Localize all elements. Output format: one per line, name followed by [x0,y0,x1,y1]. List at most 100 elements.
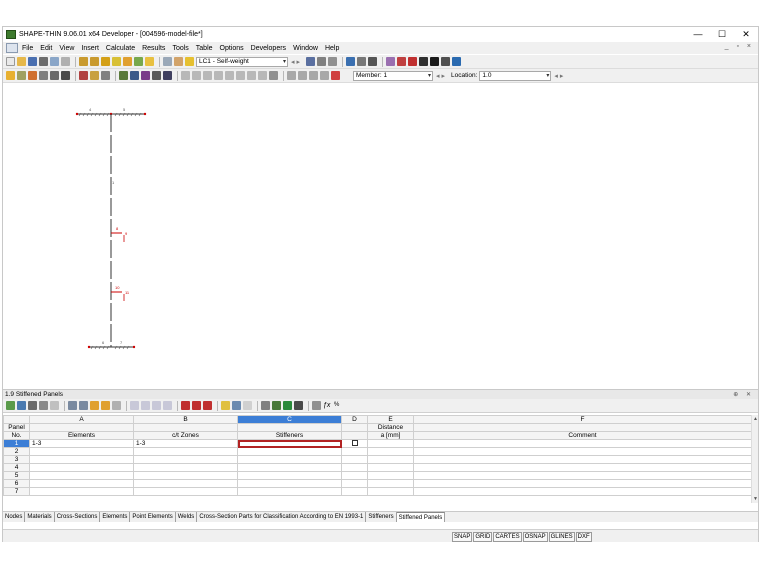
cell-stiffeners[interactable] [237,479,342,488]
move-icon[interactable] [397,57,407,66]
excel-icon[interactable] [283,401,292,410]
cell-comment[interactable] [413,471,751,480]
scale-icon[interactable] [328,57,338,66]
cell-stiffeners[interactable] [237,471,342,480]
cell-comment[interactable] [413,455,751,464]
print-icon[interactable] [39,57,48,66]
select-icon[interactable] [6,71,15,80]
cell-d[interactable] [341,463,368,472]
cell-d[interactable] [341,447,368,456]
menu-edit[interactable]: Edit [40,45,52,52]
bracket-icon[interactable] [320,71,329,80]
table-row[interactable]: 7 [3,487,751,496]
table-row[interactable]: 5 [3,471,751,480]
chevron-down-icon[interactable]: ▾ [283,58,286,66]
mark-icon[interactable] [101,401,110,410]
comment-icon[interactable] [90,71,99,80]
results-icon[interactable] [145,57,154,66]
warning-icon[interactable] [408,57,418,66]
checkbox[interactable] [351,440,358,447]
column-letter-a[interactable]: A [29,415,134,424]
tab-point-elements[interactable]: Point Elements [130,512,176,522]
view-left-icon[interactable] [225,71,234,80]
menu-tools[interactable]: Tools [172,45,188,52]
location-nav-arrows[interactable]: ◂▸ [554,72,565,80]
delete-row-icon[interactable] [79,401,88,410]
print-preview-icon[interactable] [50,57,59,66]
tab-welds[interactable]: Welds [175,512,198,522]
sort-desc-icon[interactable] [141,401,150,410]
cell-stiffeners[interactable] [237,463,342,472]
table-row[interactable]: 1 1-3 1-3 [3,439,751,448]
units-icon[interactable] [294,401,303,410]
info-icon[interactable] [430,57,440,66]
table-row[interactable]: 4 [3,463,751,472]
scroll-down-icon[interactable]: ▼ [752,496,759,502]
menu-window[interactable]: Window [293,45,318,52]
coord-icon[interactable] [141,71,150,80]
row-number[interactable]: 5 [3,471,30,480]
pan-icon[interactable] [357,57,367,66]
status-cartes[interactable]: CARTES [493,532,522,542]
column-letter-d[interactable]: D [341,415,368,424]
cell-ct-zones[interactable] [133,487,238,496]
cell-elements[interactable] [29,487,134,496]
chevron-down-icon[interactable]: ▾ [428,72,431,80]
close-button[interactable]: ✕ [735,27,757,42]
table-row[interactable]: 3 [3,455,751,464]
node-icon[interactable] [28,71,37,80]
table-row[interactable]: 6 [3,479,751,488]
snap-icon[interactable] [130,71,139,80]
menu-view[interactable]: View [59,45,74,52]
cell-d[interactable] [341,487,368,496]
menu-results[interactable]: Results [142,45,165,52]
cell-ct-zones[interactable] [133,447,238,456]
tab-materials[interactable]: Materials [25,512,55,522]
save-icon[interactable] [28,57,37,66]
loadcase-nav-arrows[interactable]: ◂▸ [291,58,302,66]
row-number[interactable]: 3 [3,455,30,464]
visibility-icon[interactable] [269,71,278,80]
cell-comment[interactable] [413,487,751,496]
cell-distance[interactable] [367,487,414,496]
row-number[interactable]: 6 [3,479,30,488]
last-icon[interactable] [163,401,172,410]
document-icon[interactable] [6,43,18,53]
menu-table[interactable]: Table [196,45,213,52]
cell-stiffeners[interactable] [237,487,342,496]
view-custom-icon[interactable] [258,71,267,80]
stiffened-panels-table[interactable]: A B C D E F Panel Distance No. Elements … [3,415,751,503]
join-icon[interactable] [203,401,212,410]
report-icon[interactable] [174,57,183,66]
cell-ct-zones[interactable] [133,463,238,472]
cell-elements[interactable] [29,455,134,464]
search-icon[interactable] [112,57,121,66]
menu-options[interactable]: Options [220,45,244,52]
page-setup-icon[interactable] [61,57,70,66]
node-5[interactable] [143,112,147,116]
render-icon[interactable] [452,57,462,66]
node-6[interactable] [87,345,91,349]
mdi-controls[interactable]: _ ▫ × [725,43,754,50]
zoom-icon[interactable] [346,57,356,66]
cell-stiffeners-active[interactable] [237,439,342,448]
new-file-icon[interactable] [6,57,15,66]
status-snap[interactable]: SNAP [452,532,473,542]
values-icon[interactable] [317,57,327,66]
row-number[interactable]: 4 [3,463,30,472]
display-icon[interactable] [441,57,451,66]
view-iso-icon[interactable] [247,71,256,80]
table-icon[interactable] [163,57,172,66]
cell-distance[interactable] [367,447,414,456]
tab-stiffeners[interactable]: Stiffeners [366,512,397,522]
grid-icon[interactable] [368,57,378,66]
print-table-icon[interactable] [261,401,270,410]
tab-elements[interactable]: Elements [100,512,131,522]
cell-elements[interactable] [29,447,134,456]
row-number[interactable]: 7 [3,487,30,496]
sort-asc-icon[interactable] [130,401,139,410]
undo-icon[interactable] [79,57,88,66]
element-icon[interactable] [39,71,48,80]
axis-icon[interactable] [152,71,161,80]
view-bottom-icon[interactable] [214,71,223,80]
